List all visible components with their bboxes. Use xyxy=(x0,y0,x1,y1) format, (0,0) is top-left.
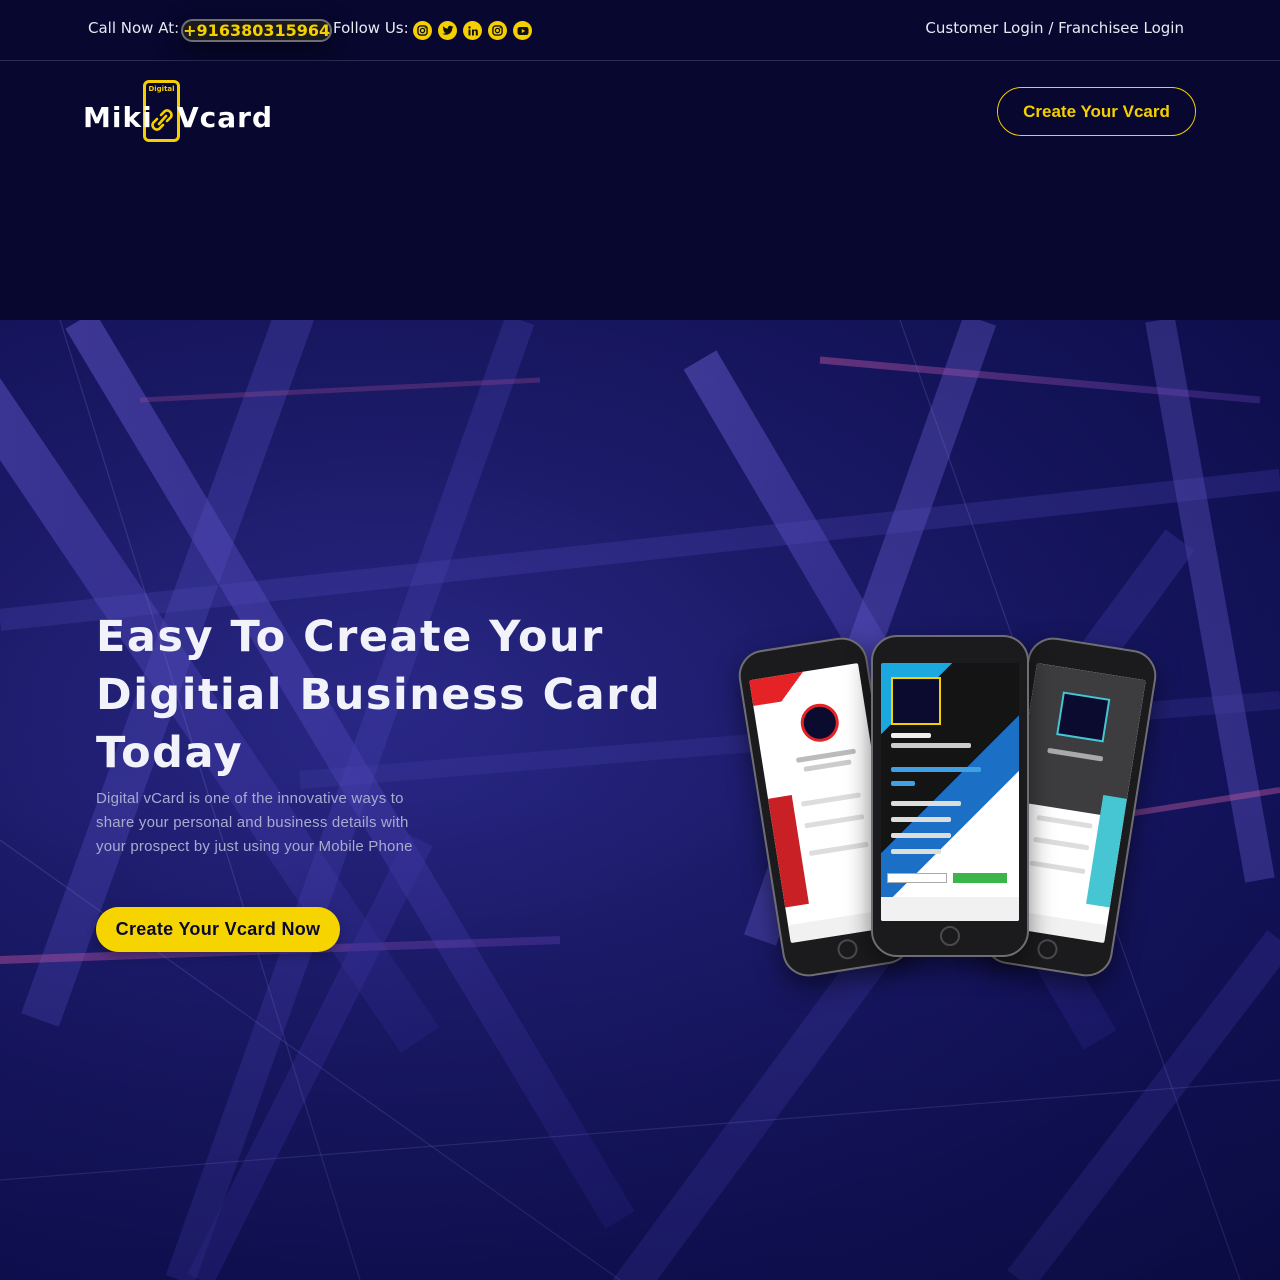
call-now: Call Now At: +916380315964 xyxy=(88,19,333,42)
create-your-vcard-button[interactable]: Create Your Vcard xyxy=(997,87,1196,136)
miki-vcard-logo[interactable]: Digital Miki Vcard xyxy=(83,79,283,145)
logo-link-icon xyxy=(149,105,175,139)
phone-number-link[interactable]: +916380315964 xyxy=(181,19,333,42)
youtube-icon[interactable] xyxy=(513,21,532,40)
call-now-label: Call Now At: xyxy=(88,19,180,37)
twitter-icon[interactable] xyxy=(438,21,457,40)
create-vcard-now-button[interactable]: Create Your Vcard Now xyxy=(96,907,340,952)
headline-line-2: Digitial Business Card xyxy=(96,670,662,720)
logo-digital-text: Digital xyxy=(148,85,175,93)
linkedin-icon[interactable] xyxy=(463,21,482,40)
headline-line-3: Today xyxy=(96,728,244,778)
instagram-icon[interactable] xyxy=(413,21,432,40)
logo-word-miki: Miki xyxy=(83,101,153,134)
login-separator: / xyxy=(1048,19,1054,37)
top-bar: Call Now At: +916380315964 Follow Us: Cu… xyxy=(0,0,1280,61)
franchisee-login-link[interactable]: Franchisee Login xyxy=(1058,19,1184,37)
follow-us-label: Follow Us: xyxy=(333,19,409,37)
social-links xyxy=(413,21,532,40)
hero-section: Easy To Create Your Digitial Business Ca… xyxy=(0,320,1280,1280)
headline-line-1: Easy To Create Your xyxy=(96,612,604,662)
hero-headline: Easy To Create Your Digitial Business Ca… xyxy=(96,608,696,782)
site-header: Digital Miki Vcard Create Your Vcard xyxy=(0,61,1280,320)
customer-login-link[interactable]: Customer Login xyxy=(925,19,1043,37)
phone-mockup-center xyxy=(871,635,1029,957)
login-links: Customer Login / Franchisee Login xyxy=(925,19,1184,37)
hero-description: Digital vCard is one of the innovative w… xyxy=(96,790,413,855)
phone-mockups-image xyxy=(734,630,1170,981)
logo-word-vcard: Vcard xyxy=(177,101,274,134)
instagram-icon[interactable] xyxy=(488,21,507,40)
